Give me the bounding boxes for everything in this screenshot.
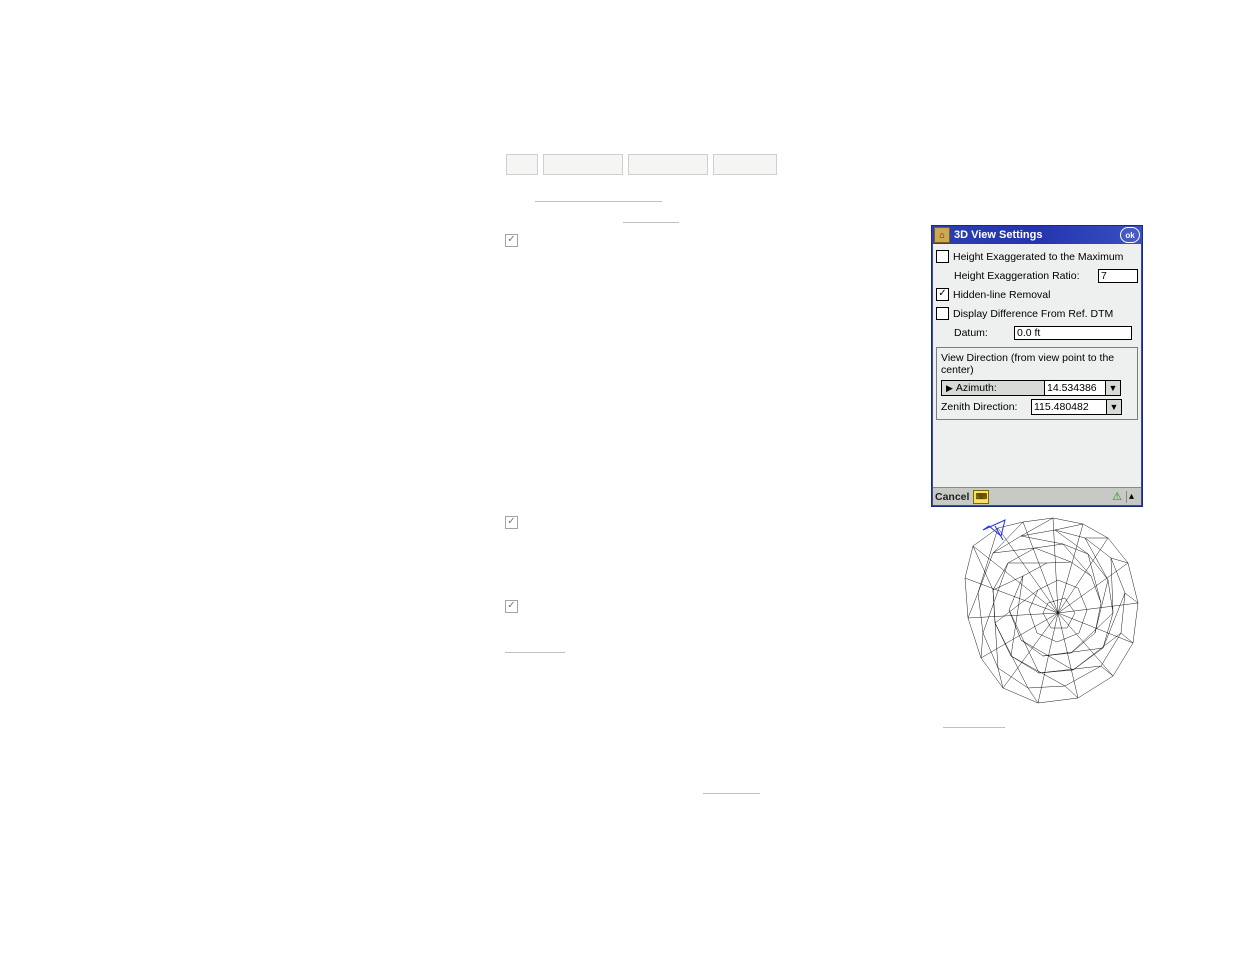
datum-row: Datum: — [936, 324, 1138, 341]
cancel-button[interactable]: Cancel — [935, 491, 969, 503]
datum-input[interactable] — [1014, 326, 1132, 340]
height-ratio-row: Height Exaggeration Ratio: — [936, 267, 1138, 284]
height-exagg-max-checkbox[interactable] — [936, 250, 949, 263]
display-diff-label: Display Difference From Ref. DTM — [953, 308, 1113, 320]
display-diff-row: Display Difference From Ref. DTM — [936, 305, 1138, 322]
view-direction-panel: View Direction (from view point to the c… — [936, 347, 1138, 420]
bottom-toolbar: Cancel ⌨ ⚠ ▴ — [933, 487, 1141, 505]
3d-view-settings-dialog: ⌂ 3D View Settings ok Height Exaggerated… — [931, 225, 1143, 507]
datum-label: Datum: — [954, 327, 1014, 339]
triangle-right-icon: ▶ — [946, 383, 953, 394]
azimuth-button[interactable]: ▶ Azimuth: — [941, 380, 1045, 396]
expand-up-icon[interactable]: ▴ — [1129, 491, 1139, 502]
titlebar: ⌂ 3D View Settings ok — [932, 226, 1142, 244]
display-diff-checkbox[interactable] — [936, 307, 949, 320]
background-box-row — [506, 154, 777, 175]
app-icon: ⌂ — [934, 227, 950, 243]
height-ratio-input[interactable] — [1098, 269, 1138, 283]
warning-icon[interactable]: ⚠ — [1110, 491, 1124, 503]
azimuth-input[interactable] — [1044, 380, 1106, 396]
height-exagg-max-label: Height Exaggerated to the Maximum — [953, 251, 1123, 263]
view-direction-label: View Direction (from view point to the c… — [941, 352, 1133, 376]
dialog-title: 3D View Settings — [954, 229, 1120, 241]
keyboard-icon[interactable]: ⌨ — [973, 490, 989, 504]
height-ratio-label: Height Exaggeration Ratio: — [954, 270, 1098, 282]
3d-terrain-preview — [943, 508, 1143, 708]
hidden-line-checkbox[interactable] — [936, 288, 949, 301]
azimuth-dropdown-icon[interactable]: ▼ — [1105, 380, 1121, 396]
zenith-dropdown-icon[interactable]: ▼ — [1106, 399, 1122, 415]
hidden-line-label: Hidden-line Removal — [953, 289, 1050, 301]
ok-button[interactable]: ok — [1120, 227, 1140, 243]
zenith-label: Zenith Direction: — [941, 401, 1031, 413]
separator — [1126, 491, 1127, 503]
azimuth-label: Azimuth: — [956, 382, 997, 394]
hidden-line-row: Hidden-line Removal — [936, 286, 1138, 303]
height-exagg-max-row: Height Exaggerated to the Maximum — [936, 248, 1138, 265]
zenith-input[interactable] — [1031, 399, 1107, 415]
